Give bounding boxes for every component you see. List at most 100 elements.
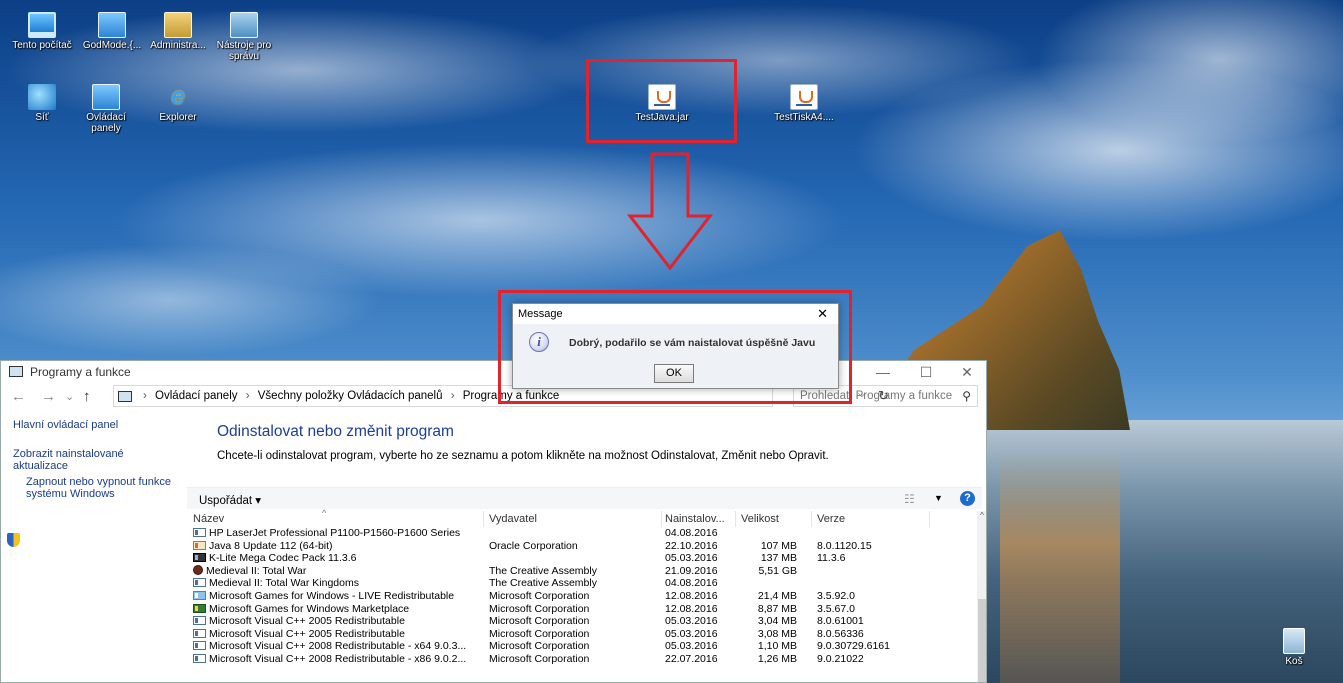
control-panel-icon: [98, 12, 126, 38]
column-header-publisher[interactable]: Vydavatel: [489, 511, 661, 527]
breadcrumb-item[interactable]: Všechny položky Ovládacích panelů: [258, 390, 443, 402]
programs-and-features-window: Programy a funkce — ☐ ✕ ← → ⌄ ↑ › Ovláda…: [0, 360, 987, 683]
sidebar-link-home[interactable]: Hlavní ovládací panel: [13, 419, 118, 431]
admin-tools-icon: [230, 12, 258, 38]
dialog-close-button[interactable]: ✕: [817, 306, 828, 322]
program-name: Microsoft Visual C++ 2005 Redistributabl…: [209, 627, 405, 640]
program-publisher: Microsoft Corporation: [489, 615, 590, 628]
program-version: 9.0.30729.6161: [817, 640, 890, 653]
sidebar-link-windows-features[interactable]: Zapnout nebo vypnout funkce systému Wind…: [26, 476, 186, 500]
program-name: HP LaserJet Professional P1100-P1560-P16…: [209, 527, 461, 539]
window-title: Programy a funkce: [30, 365, 131, 379]
help-icon[interactable]: ?: [960, 491, 975, 506]
desktop-icon-label: Síť: [35, 112, 49, 123]
table-row[interactable]: Microsoft Visual C++ 2005 Redistributabl…: [187, 628, 975, 641]
table-row[interactable]: Microsoft Visual C++ 2008 Redistributabl…: [187, 640, 975, 653]
program-size: 1,26 MB: [757, 652, 797, 665]
program-install-date: 04.08.2016: [665, 527, 718, 539]
program-name: Microsoft Visual C++ 2008 Redistributabl…: [209, 652, 467, 665]
program-install-date: 05.03.2016: [665, 615, 718, 628]
table-row[interactable]: Microsoft Visual C++ 2005 Redistributabl…: [187, 615, 975, 628]
table-row[interactable]: Medieval II: Total War The Creative Assem…: [187, 564, 975, 578]
desktop-icon-label: Explorer: [159, 112, 197, 123]
desktop-icon-administrator[interactable]: Administra...: [146, 12, 210, 51]
vertical-scrollbar[interactable]: ^: [977, 511, 986, 682]
shield-icon: [7, 533, 20, 547]
program-install-date: 21.09.2016: [665, 564, 718, 577]
chevron-right-icon: ›: [143, 390, 147, 402]
program-publisher: Microsoft Corporation: [489, 640, 590, 653]
view-options-icon[interactable]: ☷: [904, 492, 915, 506]
table-row[interactable]: Microsoft Games for Windows Marketplace M…: [187, 603, 975, 616]
program-name-cell: Microsoft Games for Windows - LIVE Redis…: [193, 590, 483, 603]
desktop-icon-admin-tools[interactable]: Nástroje pro správu: [212, 12, 276, 62]
program-publisher: Microsoft Corporation: [489, 602, 590, 615]
desktop-icon-godmode[interactable]: GodMode.{...: [80, 12, 144, 51]
desktop-icon-recycle-bin[interactable]: Koš: [1262, 628, 1326, 667]
program-version: 3.5.92.0: [817, 589, 855, 602]
program-icon: [193, 564, 203, 575]
table-row[interactable]: HP LaserJet Professional P1100-P1560-P16…: [187, 527, 975, 540]
desktop-icon-label: Koš: [1285, 656, 1303, 667]
organize-button[interactable]: Uspořádat ▾: [199, 493, 261, 507]
column-header-version[interactable]: Verze: [817, 511, 927, 527]
table-row[interactable]: Medieval II: Total War Kingdoms The Creat…: [187, 577, 975, 590]
desktop-icon-control-panel[interactable]: Ovládací panely: [74, 84, 138, 134]
program-version: 3.5.67.0: [817, 602, 855, 615]
program-size: 3,08 MB: [757, 627, 797, 640]
close-button[interactable]: ✕: [947, 362, 986, 382]
program-icon: [193, 616, 206, 626]
column-header-name[interactable]: Název: [193, 511, 483, 527]
table-row[interactable]: Microsoft Visual C++ 2008 Redistributabl…: [187, 653, 975, 666]
program-name-cell: K-Lite Mega Codec Pack 11.3.6: [193, 552, 483, 565]
annotation-down-arrow: [626, 152, 714, 271]
program-name: Java 8 Update 112 (64-bit): [209, 539, 333, 552]
program-name-cell: Microsoft Visual C++ 2005 Redistributabl…: [193, 615, 483, 628]
dialog-titlebar[interactable]: Message ✕: [513, 304, 838, 324]
program-name: Microsoft Visual C++ 2008 Redistributabl…: [209, 640, 467, 653]
table-row[interactable]: Java 8 Update 112 (64-bit) Oracle Corpora…: [187, 540, 975, 553]
program-install-date: 05.03.2016: [665, 640, 718, 653]
column-header-size[interactable]: Velikost: [741, 511, 779, 527]
column-divider: [929, 511, 930, 527]
program-publisher: The Creative Assembly: [489, 564, 597, 577]
desktop-icon-label: Ovládací panely: [86, 112, 126, 134]
program-install-date: 05.03.2016: [665, 627, 718, 640]
minimize-button[interactable]: —: [863, 362, 903, 382]
ok-button[interactable]: OK: [654, 364, 694, 383]
program-name: Microsoft Visual C++ 2005 Redistributabl…: [209, 615, 405, 628]
table-row[interactable]: Microsoft Games for Windows - LIVE Redis…: [187, 590, 975, 603]
program-name: Microsoft Games for Windows Marketplace: [209, 602, 410, 615]
program-publisher: Microsoft Corporation: [489, 652, 590, 665]
column-divider: [483, 511, 484, 527]
chevron-down-icon[interactable]: ▼: [934, 493, 943, 503]
table-row[interactable]: K-Lite Mega Codec Pack 11.3.6 05.03.2016 1…: [187, 552, 975, 565]
desktop-icon-network[interactable]: Síť: [10, 84, 74, 123]
program-size: 8,87 MB: [757, 602, 797, 615]
program-name-cell: Java 8 Update 112 (64-bit): [193, 540, 483, 553]
annotation-highlight-jar: [586, 59, 737, 143]
dialog-title: Message: [518, 308, 563, 320]
column-divider: [661, 511, 662, 527]
up-button[interactable]: ↑: [83, 388, 91, 405]
forward-button[interactable]: →: [41, 388, 56, 405]
maximize-button[interactable]: ☐: [906, 362, 946, 382]
column-divider: [811, 511, 812, 527]
scrollbar-thumb[interactable]: [978, 599, 986, 682]
program-icon: [193, 653, 206, 663]
desktop-icon-this-pc[interactable]: Tento počítač: [10, 12, 74, 51]
program-install-date: 22.07.2016: [665, 652, 718, 665]
recent-locations-button[interactable]: ⌄: [65, 390, 74, 403]
column-header-installed[interactable]: Nainstalov...: [665, 511, 735, 527]
dialog-message: Dobrý, podařilo se vám naistalovat úspěš…: [569, 337, 816, 349]
breadcrumb-item[interactable]: Ovládací panely: [155, 390, 237, 402]
sidebar-link-installed-updates[interactable]: Zobrazit nainstalované aktualizace: [13, 448, 163, 472]
back-button[interactable]: ←: [11, 388, 26, 405]
recycle-bin-icon: [1283, 628, 1305, 654]
program-icon: [193, 641, 206, 651]
desktop-icon-explorer[interactable]: e Explorer: [146, 84, 210, 124]
program-version: 8.0.61001: [817, 615, 864, 628]
scroll-up-icon[interactable]: ^: [977, 511, 986, 523]
desktop-icon-testtiska4[interactable]: TestTiskA4....: [772, 84, 836, 123]
java-icon: [790, 84, 818, 110]
